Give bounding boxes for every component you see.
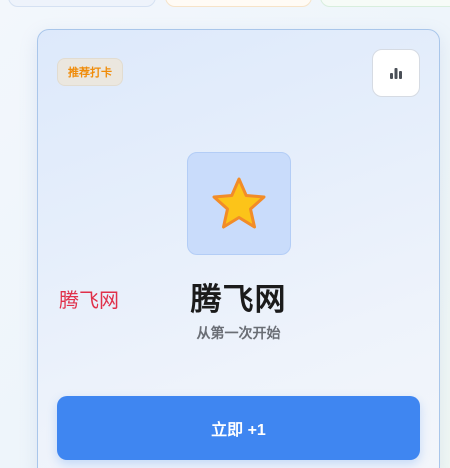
stats-button[interactable]	[372, 49, 420, 97]
top-card-orange[interactable]	[165, 0, 312, 7]
checkin-button[interactable]: 立即 +1	[57, 396, 420, 460]
recommend-badge-label: 推荐打卡	[68, 66, 112, 79]
card-subtitle: 从第一次开始	[196, 326, 281, 342]
checkin-card: 推荐打卡 腾飞网 从第一次开始 立即 +1	[37, 29, 440, 468]
icon-tile	[187, 152, 291, 255]
bar-chart-icon	[390, 68, 402, 79]
recommend-badge: 推荐打卡	[57, 58, 123, 86]
top-card-blue[interactable]	[8, 0, 156, 7]
star-icon	[212, 177, 266, 228]
checkin-button-label: 立即 +1	[211, 422, 266, 439]
watermark-text: 腾飞网	[59, 288, 119, 312]
top-card-green[interactable]	[320, 0, 450, 7]
page: 推荐打卡 腾飞网 从第一次开始 立即 +1 腾飞网	[0, 0, 450, 468]
